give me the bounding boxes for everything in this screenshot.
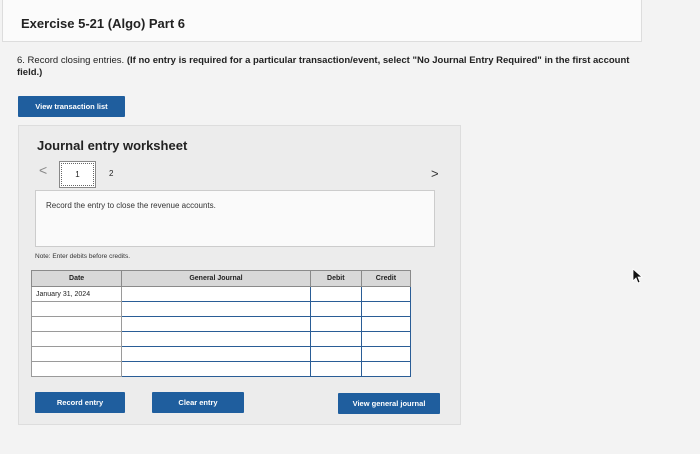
credit-cell[interactable] (360, 286, 412, 302)
credit-cell[interactable] (360, 316, 412, 332)
chevron-right-icon[interactable]: > (431, 166, 439, 181)
credit-cell[interactable] (360, 346, 412, 362)
account-cell[interactable] (121, 316, 311, 332)
instructions: 6. Record closing entries. (If no entry … (17, 55, 642, 79)
record-entry-button[interactable]: Record entry (35, 392, 125, 413)
entry-description: Record the entry to close the revenue ac… (46, 201, 216, 210)
table-header-row: Date General Journal Debit Credit (30, 270, 412, 287)
mouse-cursor-icon (632, 268, 644, 284)
worksheet-page-1[interactable]: 1 (59, 161, 96, 188)
view-transaction-list-button[interactable]: View transaction list (18, 96, 125, 117)
header-credit: Credit (360, 270, 412, 287)
header-date: Date (30, 270, 123, 287)
table-row (30, 331, 412, 347)
worksheet-page-1-label: 1 (75, 170, 80, 179)
account-cell[interactable] (121, 331, 311, 347)
page-title: Exercise 5-21 (Algo) Part 6 (21, 16, 186, 31)
table-row (30, 316, 412, 332)
account-cell[interactable] (121, 361, 311, 377)
note-text: Note: Enter debits before credits. (35, 253, 131, 260)
view-general-journal-button[interactable]: View general journal (338, 393, 440, 414)
debit-cell[interactable] (309, 316, 362, 332)
table-row (30, 361, 412, 377)
header-debit: Debit (309, 270, 362, 287)
title-bar: Exercise 5-21 (Algo) Part 6 (2, 0, 642, 42)
debit-cell[interactable] (309, 361, 362, 377)
account-cell[interactable] (121, 286, 311, 302)
account-cell[interactable] (121, 301, 311, 317)
date-cell[interactable]: January 31, 2024 (30, 286, 123, 302)
table-row (30, 301, 412, 317)
debit-cell[interactable] (309, 331, 362, 347)
date-cell[interactable] (30, 301, 123, 317)
journal-table: Date General Journal Debit Credit Januar… (30, 270, 412, 377)
date-cell[interactable] (30, 346, 123, 362)
page: Exercise 5-21 (Algo) Part 6 6. Record cl… (0, 0, 700, 454)
table-row (30, 346, 412, 362)
credit-cell[interactable] (360, 301, 412, 317)
clear-entry-button[interactable]: Clear entry (152, 392, 244, 413)
worksheet-page-2[interactable]: 2 (109, 169, 113, 178)
credit-cell[interactable] (360, 331, 412, 347)
account-cell[interactable] (121, 346, 311, 362)
chevron-left-icon[interactable]: < (39, 162, 47, 178)
instructions-prefix: 6. Record closing entries. (17, 55, 125, 66)
table-row: January 31, 2024 (30, 286, 412, 302)
credit-cell[interactable] (360, 361, 412, 377)
debit-cell[interactable] (309, 301, 362, 317)
header-general-journal: General Journal (121, 270, 311, 287)
date-cell[interactable] (30, 316, 123, 332)
debit-cell[interactable] (309, 286, 362, 302)
entry-description-box: Record the entry to close the revenue ac… (35, 190, 435, 247)
worksheet-title: Journal entry worksheet (37, 138, 188, 153)
date-cell[interactable] (30, 331, 123, 347)
debit-cell[interactable] (309, 346, 362, 362)
journal-entry-worksheet: Journal entry worksheet < 1 2 > Record t… (18, 125, 461, 425)
date-cell[interactable] (30, 361, 123, 377)
